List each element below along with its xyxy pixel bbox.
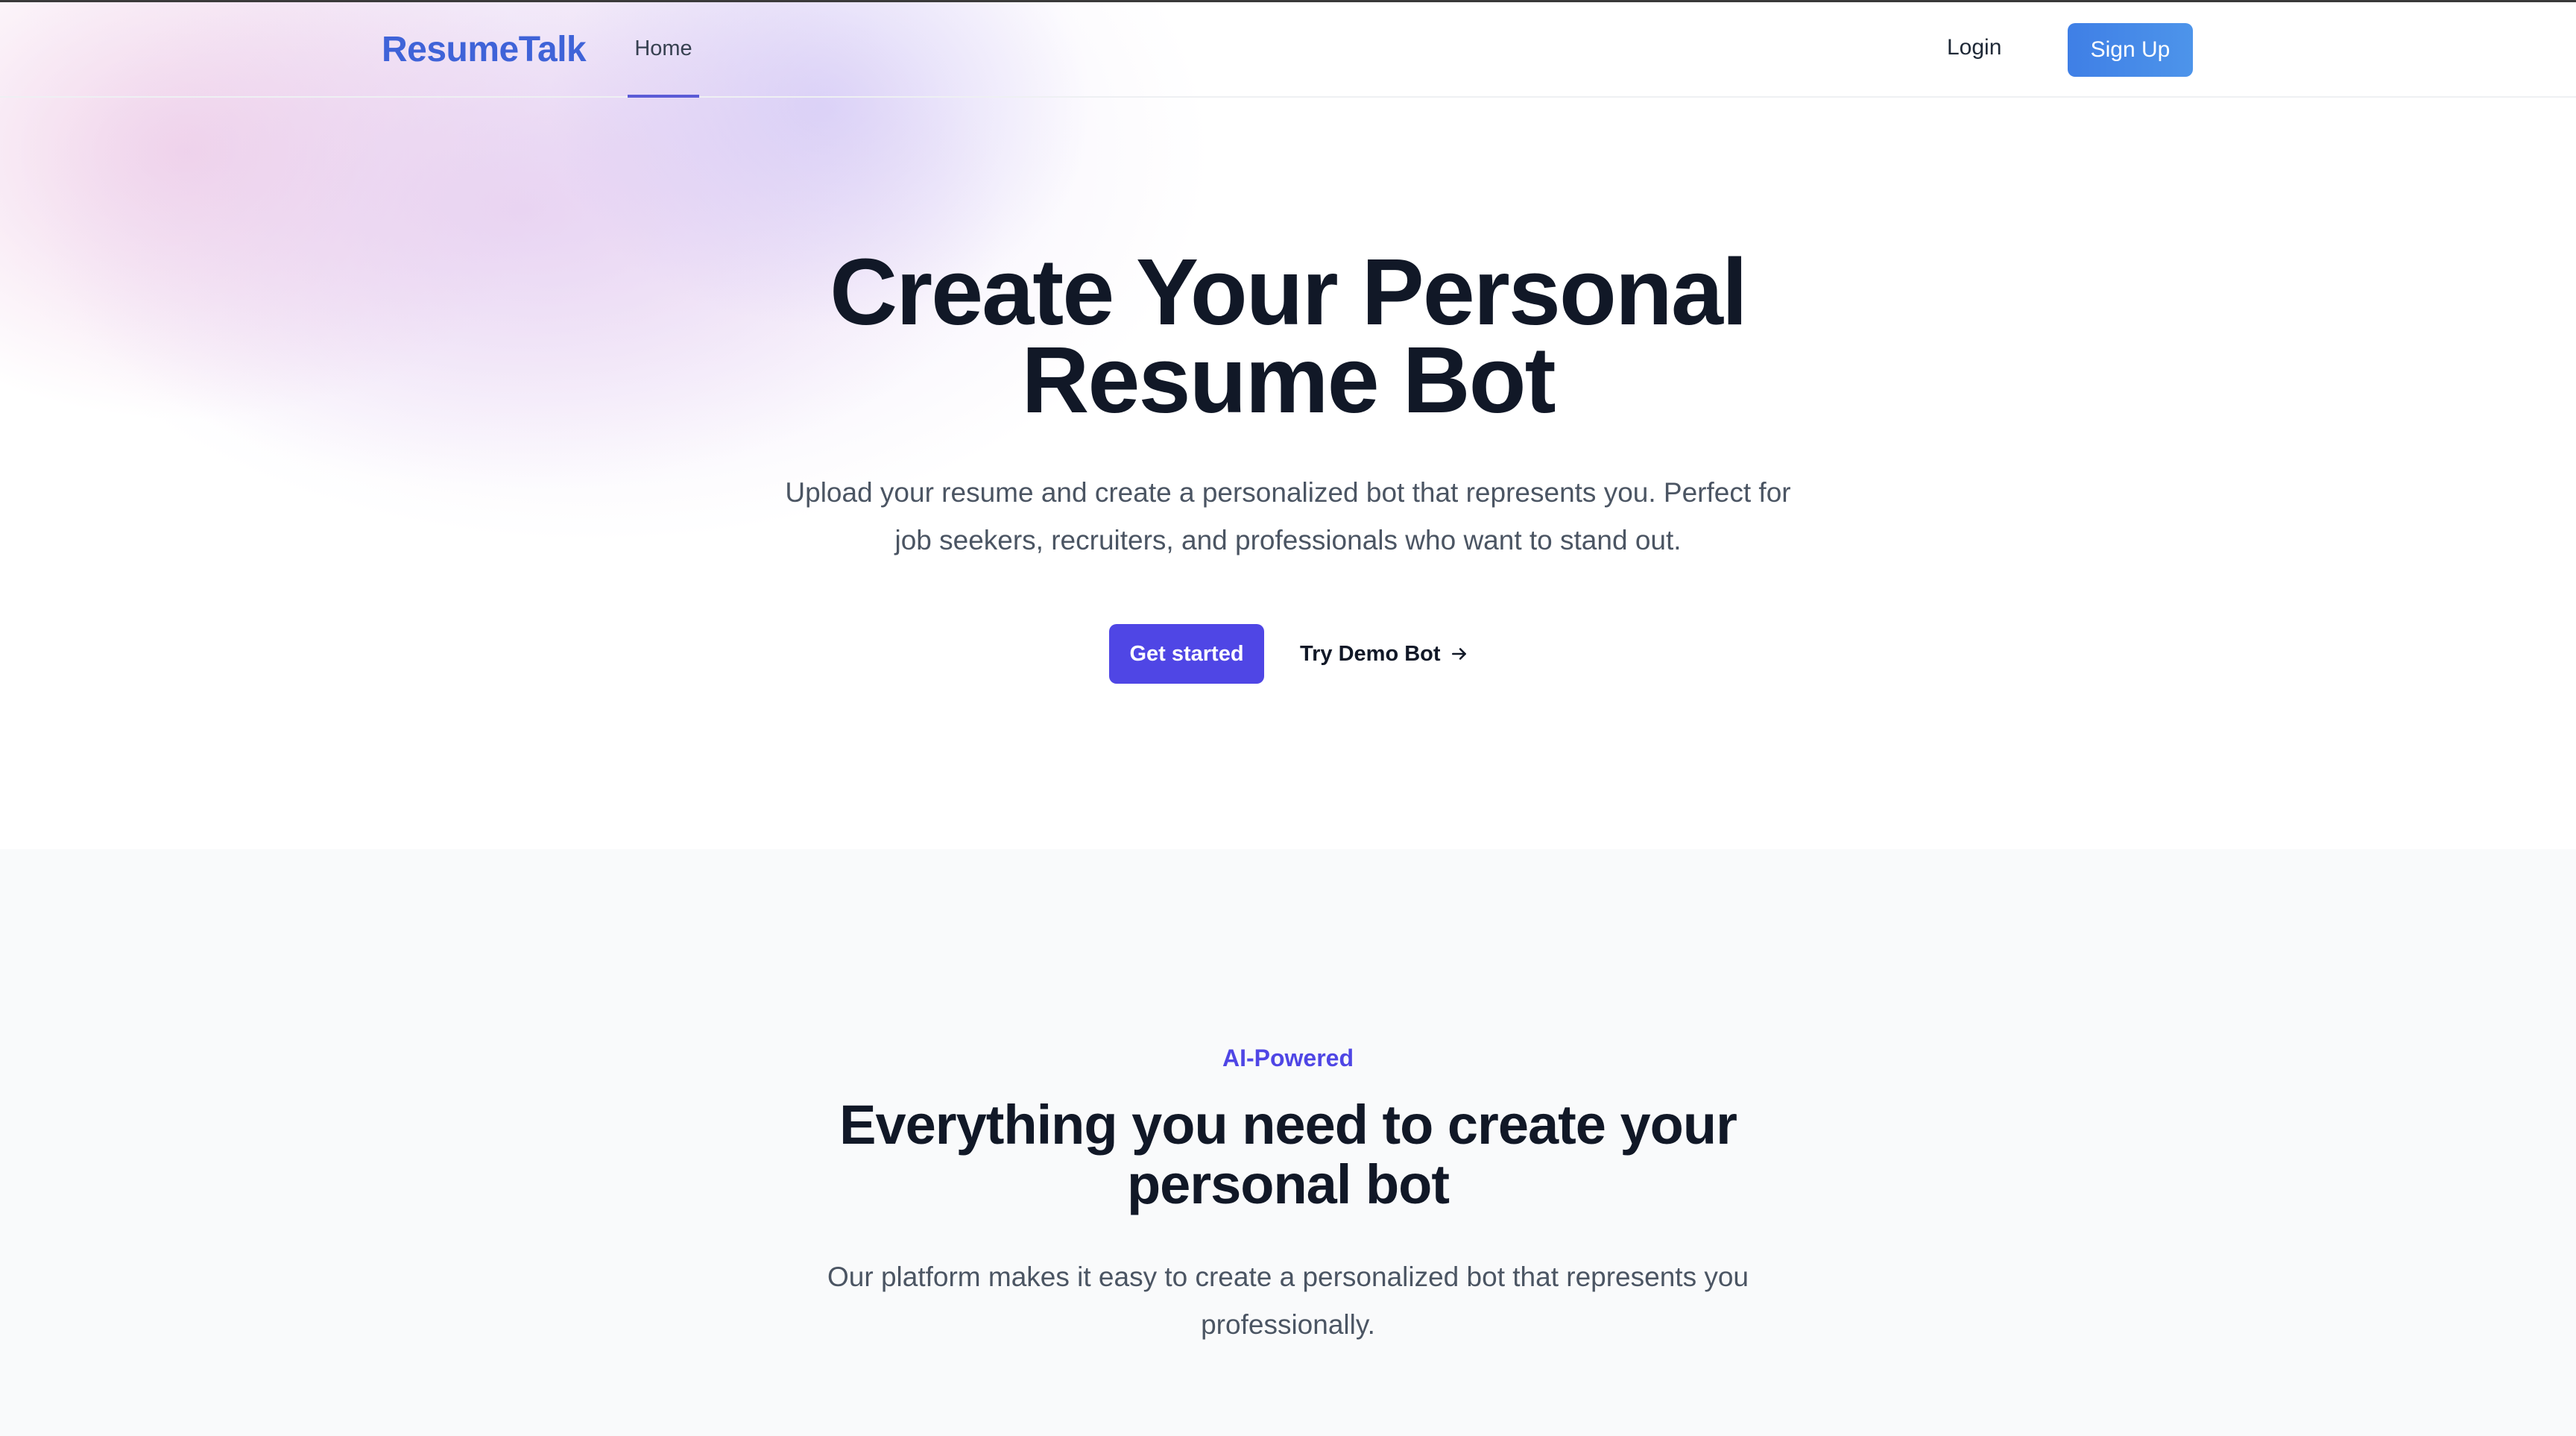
top-navigation: ResumeTalk Home Login Sign Up bbox=[0, 2, 2576, 98]
login-link[interactable]: Login bbox=[1947, 35, 2001, 60]
logo[interactable]: ResumeTalk bbox=[382, 29, 587, 70]
hero-title: Create Your Personal Resume Bot bbox=[830, 239, 1748, 432]
page: ResumeTalk Home Login Sign Up Create You… bbox=[0, 0, 2576, 1436]
signup-button[interactable]: Sign Up bbox=[2068, 23, 2193, 77]
nav-link-home[interactable]: Home bbox=[628, 2, 699, 98]
get-started-button[interactable]: Get started bbox=[1109, 624, 1264, 684]
features-title: Everything you need to create your perso… bbox=[839, 1094, 1737, 1215]
hero-subtitle: Upload your resume and create a personal… bbox=[785, 477, 1791, 555]
try-demo-bot-label: Try Demo Bot bbox=[1300, 641, 1441, 666]
arrow-right-icon bbox=[1450, 644, 1469, 664]
features-section: AI-Powered Everything you need to create… bbox=[0, 849, 2576, 1436]
try-demo-bot-link[interactable]: Try Demo Bot bbox=[1300, 639, 1469, 669]
features-subtitle: Our platform makes it easy to create a p… bbox=[827, 1262, 1749, 1340]
features-eyebrow: AI-Powered bbox=[1222, 1045, 1354, 1071]
